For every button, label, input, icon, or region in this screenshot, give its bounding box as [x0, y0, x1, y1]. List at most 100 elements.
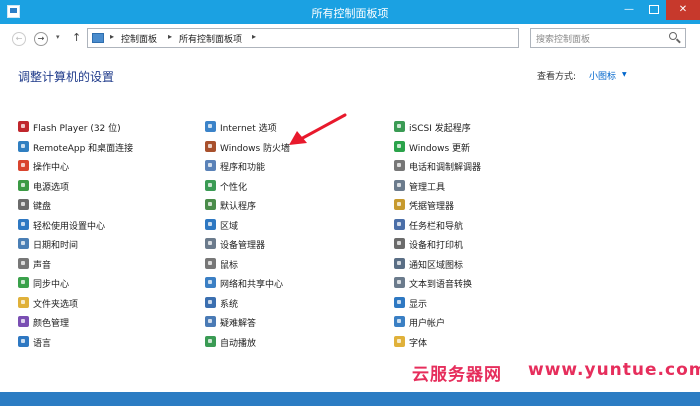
- control-panel-item[interactable]: Flash Player (32 位): [18, 119, 218, 139]
- mouse-icon: [205, 257, 216, 269]
- item-label: 设备管理器: [220, 241, 266, 251]
- item-label: 通知区域图标: [409, 260, 464, 271]
- items-column-2: Internet 选项 Windows 防火墙 程序和功能 个性化 默认程序 区域 设备管理…: [205, 119, 405, 353]
- sync-center-icon: [18, 277, 29, 288]
- back-button[interactable]: ←: [12, 32, 26, 46]
- window-title: 所有控制面板项: [311, 7, 389, 20]
- firewall-icon: [205, 140, 216, 152]
- control-panel-item[interactable]: 个性化: [205, 178, 405, 198]
- up-button[interactable]: ↑: [72, 31, 81, 44]
- printer-icon: [394, 238, 405, 249]
- device-manager-icon: [205, 238, 216, 249]
- control-panel-item[interactable]: 同步中心: [18, 275, 218, 295]
- item-label: 任务栏和导航: [409, 221, 464, 232]
- control-panel-item[interactable]: 文件夹选项: [18, 295, 218, 315]
- item-label: 电源选项: [33, 182, 70, 193]
- item-label: 个性化: [220, 182, 248, 193]
- items-column-3: iSCSI 发起程序 Windows 更新 电话和调制解调器 管理工具凭据管理器任务栏…: [394, 119, 594, 353]
- control-panel-item[interactable]: 轻松使用设置中心: [18, 217, 218, 237]
- control-panel-item[interactable]: RemoteApp 和桌面连接: [18, 139, 218, 159]
- watermark-url: www.yuntue.com: [528, 360, 700, 380]
- control-panel-item[interactable]: 网络和共享中心: [205, 275, 405, 295]
- item-label: 程序和功能: [220, 163, 266, 173]
- control-panel-item[interactable]: 设备和打印机: [394, 236, 594, 256]
- remoteapp-icon: [18, 140, 29, 152]
- control-panel-item[interactable]: 系统: [205, 295, 405, 315]
- view-by-caret-icon[interactable]: ▼: [622, 71, 627, 78]
- control-panel-item[interactable]: 程序和功能: [205, 158, 405, 178]
- control-panel-item[interactable]: 日期和时间: [18, 236, 218, 256]
- item-label: 用户帐户: [409, 319, 446, 329]
- item-label: 操作中心: [33, 163, 70, 173]
- admin-tools-icon: [394, 179, 405, 191]
- breadcrumb-separator[interactable]: ▸: [168, 32, 172, 41]
- control-panel-item[interactable]: 颜色管理: [18, 314, 218, 334]
- breadcrumb-separator[interactable]: ▸: [252, 32, 256, 41]
- windows-update-icon: [394, 140, 405, 152]
- control-panel-item[interactable]: 区域: [205, 217, 405, 237]
- close-button[interactable]: ✕: [666, 0, 700, 20]
- control-panel-item[interactable]: 凭据管理器: [394, 197, 594, 217]
- title-bar: 所有控制面板项 — ✕: [0, 0, 700, 24]
- annotation-arrow: [289, 113, 347, 145]
- search-icon[interactable]: [669, 32, 677, 40]
- keyboard-icon: [18, 199, 29, 210]
- control-panel-item[interactable]: 电源选项: [18, 178, 218, 198]
- maximize-button[interactable]: [642, 0, 666, 20]
- control-panel-item[interactable]: 字体: [394, 334, 594, 354]
- item-label: 凭据管理器: [409, 202, 455, 212]
- control-panel-item[interactable]: Windows 更新: [394, 139, 594, 159]
- text-to-speech-icon: [394, 277, 405, 288]
- folder-icon: [18, 296, 29, 308]
- troubleshooting-icon: [205, 316, 216, 327]
- control-panel-item[interactable]: 管理工具: [394, 178, 594, 198]
- view-by-dropdown[interactable]: 小图标: [589, 69, 616, 82]
- region-icon: [205, 218, 216, 230]
- control-panel-item[interactable]: 自动播放: [205, 334, 405, 354]
- system-icon: [205, 296, 216, 308]
- bottom-edge: [0, 392, 700, 406]
- forward-arrow-icon: →: [37, 34, 45, 43]
- close-icon: ✕: [678, 4, 688, 15]
- iscsi-icon: [394, 121, 405, 132]
- search-placeholder: 搜索控制面板: [536, 35, 591, 45]
- item-label: 键盘: [33, 202, 52, 212]
- clock-icon: [18, 238, 29, 249]
- control-panel-item[interactable]: 任务栏和导航: [394, 217, 594, 237]
- breadcrumb-all-items[interactable]: 所有控制面板项: [179, 32, 242, 45]
- control-panel-item[interactable]: 疑难解答: [205, 314, 405, 334]
- action-center-flag-icon: [18, 160, 29, 171]
- control-panel-item[interactable]: 操作中心: [18, 158, 218, 178]
- minimize-button[interactable]: —: [616, 0, 642, 20]
- breadcrumb-separator[interactable]: ▸: [110, 32, 114, 41]
- search-input[interactable]: 搜索控制面板: [530, 28, 686, 48]
- flash-icon: [18, 121, 29, 132]
- address-bar[interactable]: ▸ 控制面板 ▸ 所有控制面板项 ▸ ⌄ ↻: [87, 28, 603, 48]
- forward-button[interactable]: →: [34, 32, 48, 46]
- breadcrumb-control-panel[interactable]: 控制面板: [121, 32, 157, 45]
- control-panel-item[interactable]: 设备管理器: [205, 236, 405, 256]
- control-panel-item[interactable]: 默认程序: [205, 197, 405, 217]
- user-accounts-icon: [394, 316, 405, 327]
- control-panel-item[interactable]: 鼠标: [205, 256, 405, 276]
- item-label: 显示: [409, 299, 428, 310]
- control-panel-item[interactable]: 文本到语音转换: [394, 275, 594, 295]
- item-label: RemoteApp 和桌面连接: [33, 143, 134, 154]
- item-label: Internet 选项: [220, 124, 277, 134]
- item-label: 鼠标: [220, 260, 239, 271]
- control-panel-item[interactable]: 语言: [18, 334, 218, 354]
- recent-locations-dropdown[interactable]: ▾: [56, 33, 60, 41]
- control-panel-item[interactable]: 键盘: [18, 197, 218, 217]
- control-panel-item[interactable]: 显示: [394, 295, 594, 315]
- control-panel-item[interactable]: 声音: [18, 256, 218, 276]
- item-label: 设备和打印机: [409, 241, 464, 251]
- page-title: 调整计算机的设置: [18, 70, 115, 84]
- control-panel-item[interactable]: 通知区域图标: [394, 256, 594, 276]
- personalization-icon: [205, 179, 216, 191]
- control-panel-item[interactable]: 电话和调制解调器: [394, 158, 594, 178]
- control-panel-item[interactable]: 用户帐户: [394, 314, 594, 334]
- control-panel-item[interactable]: iSCSI 发起程序: [394, 119, 594, 139]
- item-label: Flash Player (32 位): [33, 124, 121, 134]
- item-label: 系统: [220, 299, 239, 310]
- item-label: 轻松使用设置中心: [33, 221, 106, 232]
